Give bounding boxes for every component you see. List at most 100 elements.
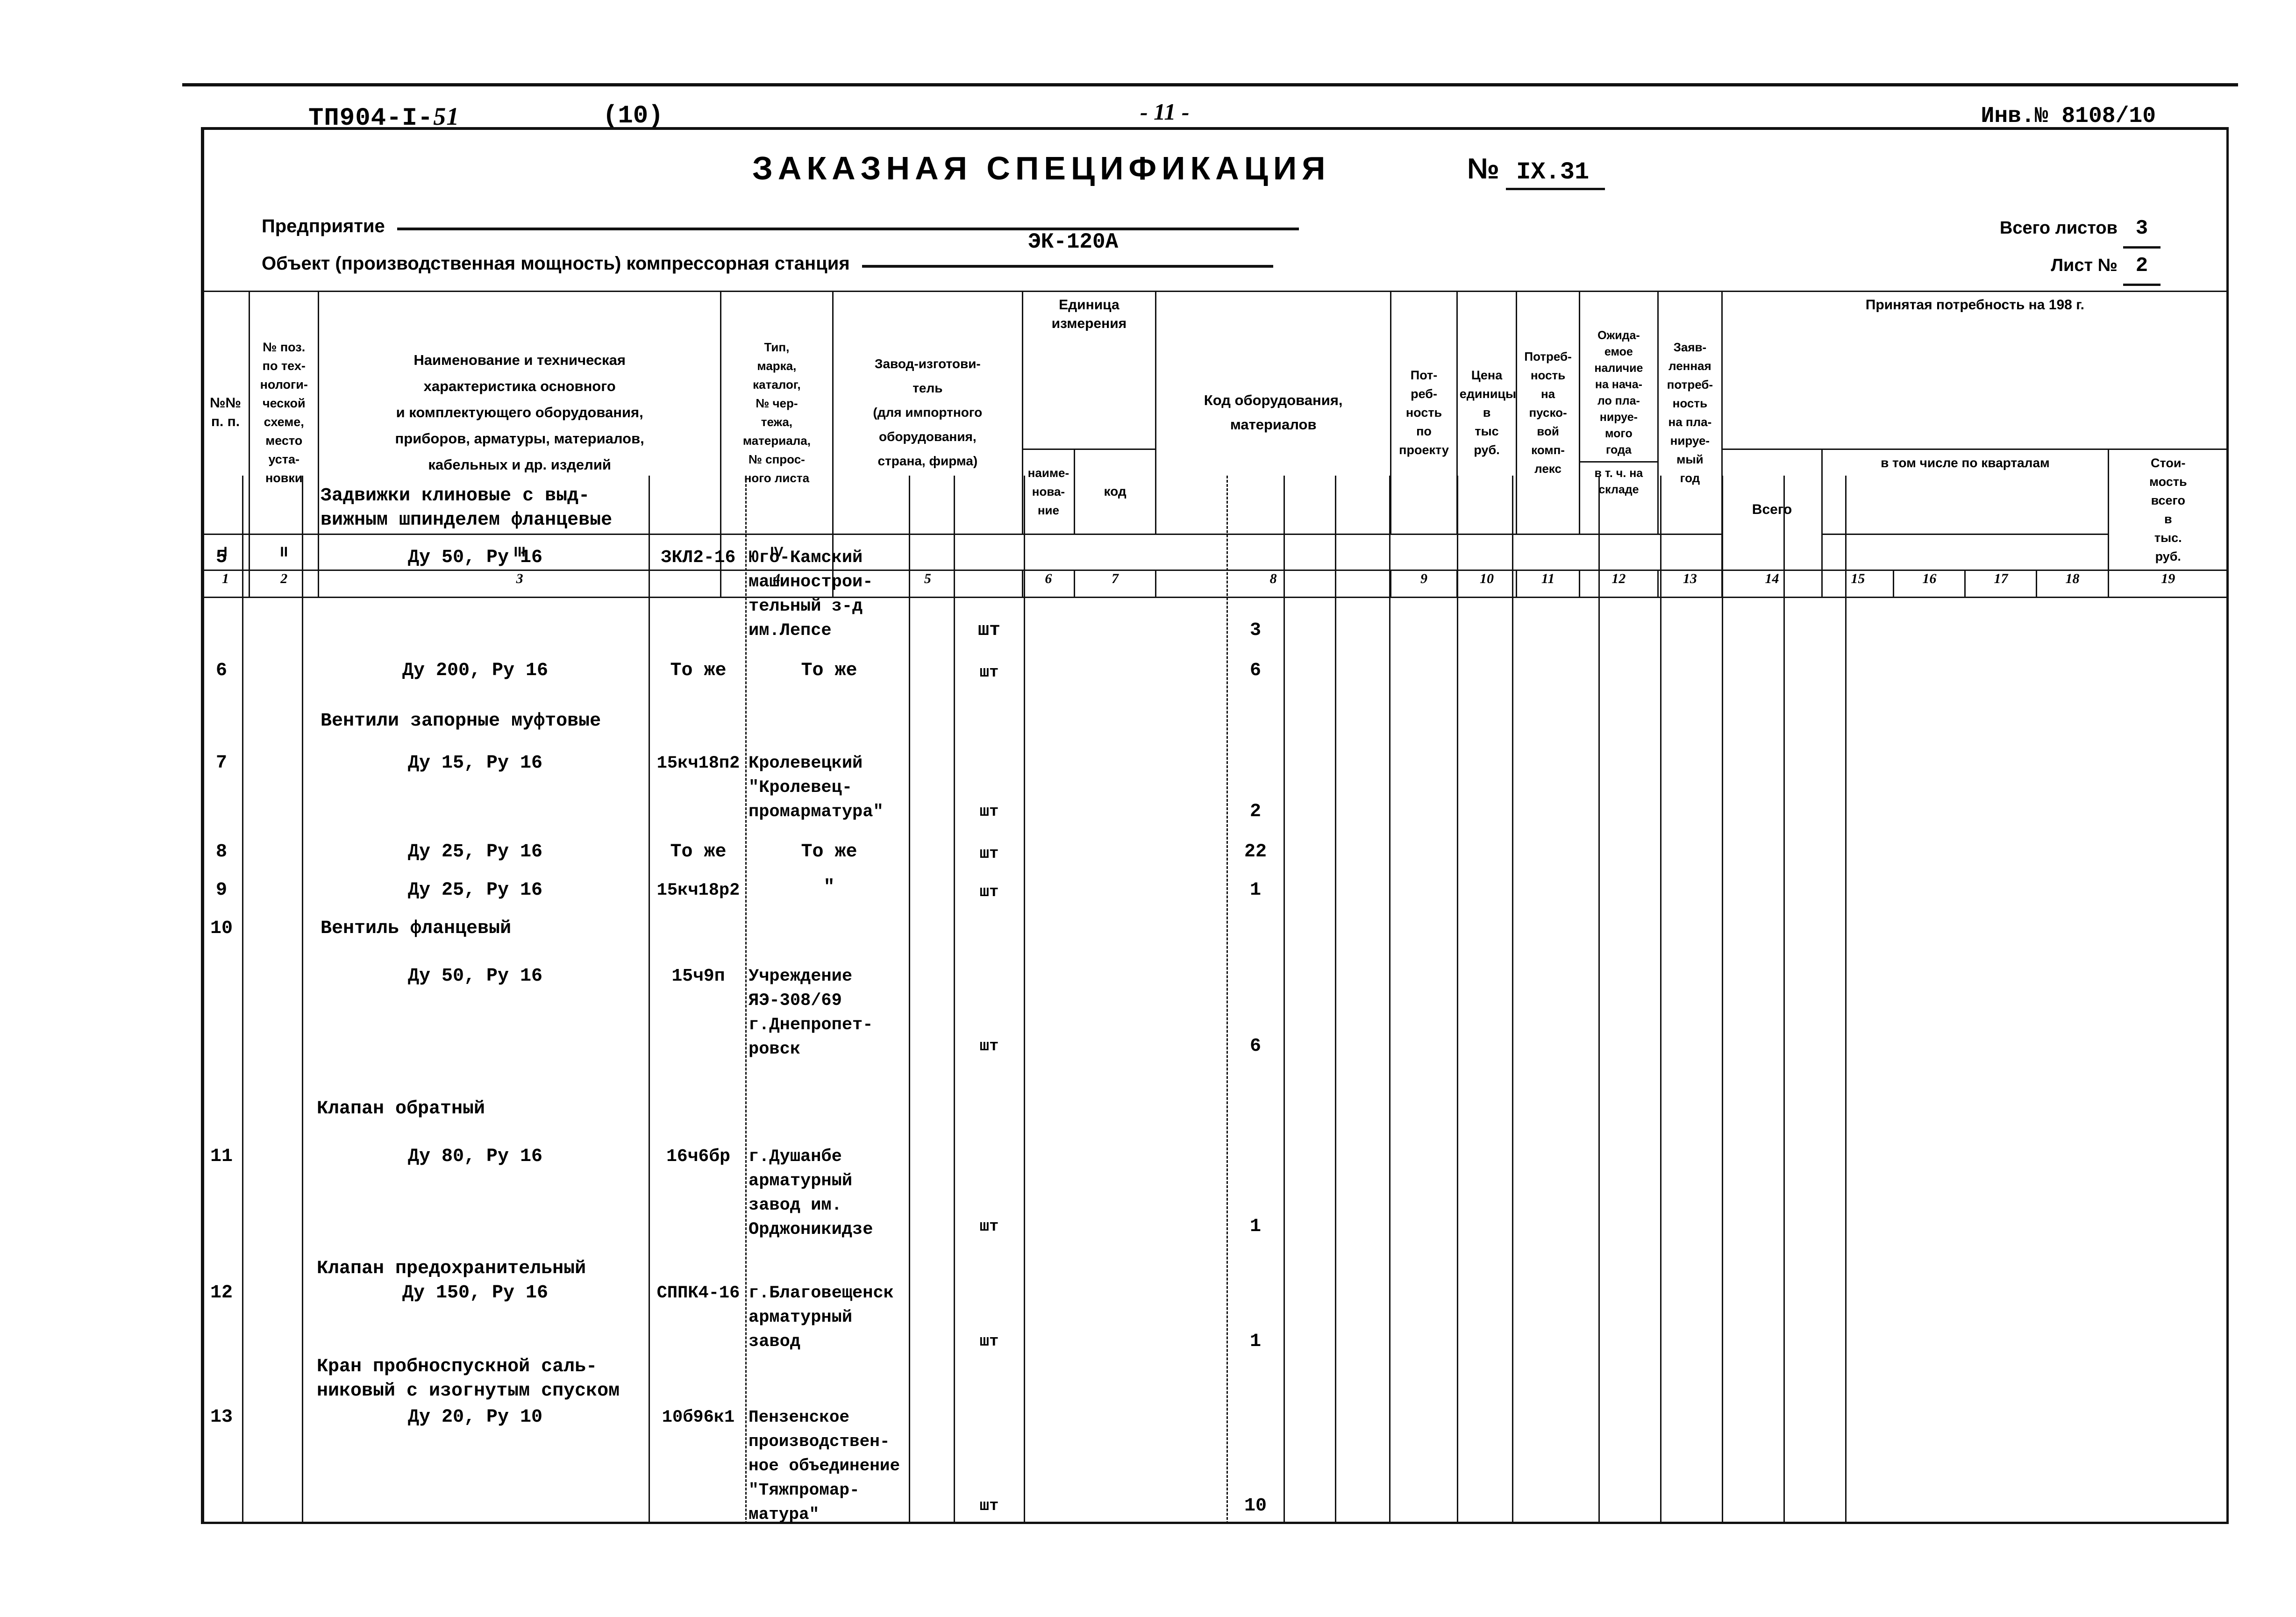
row-no-8: 8	[215, 841, 227, 862]
row-name-13: Ду 20, Ру 10	[407, 1407, 543, 1428]
project-code-handwritten: 51	[433, 102, 460, 130]
object-value: ЭК-120А	[1028, 230, 1119, 254]
paren-number: (10)	[603, 102, 663, 130]
document-page: ТП904-I-51 (10) - 11 - Инв.№ 8108/10 ЗАК…	[0, 0, 2296, 1617]
row-name-5: Ду 50, Ру 16	[407, 547, 543, 568]
total-sheets-label: Всего листов	[1999, 218, 2118, 238]
page-title: ЗАКАЗНАЯ СПЕЦИФИКАЦИЯ	[752, 150, 1331, 186]
row-type-6: То же	[670, 660, 727, 681]
row-unit-13: шт	[979, 1497, 999, 1515]
row-need-9: 1	[1249, 880, 1261, 901]
row-maker-8: То же	[801, 841, 857, 862]
row-no-13: 13	[210, 1407, 233, 1428]
row-type-8: То же	[670, 841, 727, 862]
row-name-11: Ду 80, Ру 16	[407, 1146, 543, 1167]
row-unit-5: шт	[977, 620, 1000, 641]
row-need-12: 1	[1249, 1331, 1261, 1352]
row-name-8: Ду 25, Ру 16	[407, 841, 543, 862]
row-name-10: Ду 50, Ру 16	[407, 966, 543, 987]
rule-c12	[1457, 476, 1458, 1524]
object-rule	[862, 265, 1273, 268]
row-unit-11: шт	[979, 1218, 999, 1236]
rule-c13	[1512, 476, 1513, 1524]
row-need-7: 2	[1249, 801, 1261, 822]
row-type-12: СППК4-16	[656, 1283, 740, 1303]
group-title-ventili: Вентили запорные муфтовые	[321, 711, 601, 732]
row-unit-10: шт	[979, 1038, 999, 1055]
object-label: Объект (производственная мощность) компр…	[262, 253, 850, 274]
row-need-8: 22	[1244, 841, 1267, 862]
row-maker-9: "	[823, 877, 835, 898]
sheet-no: Лист № 2	[2000, 249, 2161, 286]
row-unit-6: шт	[979, 664, 999, 682]
row-maker-7: Кролевецкий "Кролевец- промарматура"	[749, 754, 884, 822]
row-no-11: 11	[210, 1146, 233, 1167]
row-type-5: ЗКЛ2-16	[661, 548, 736, 568]
sheet-label: Лист №	[2051, 256, 2118, 275]
rule-c17	[1783, 476, 1785, 1524]
row-unit-12: шт	[979, 1333, 999, 1351]
row-need-10: 6	[1249, 1036, 1261, 1057]
row-unit-7: шт	[979, 803, 999, 821]
rule-c7	[1024, 476, 1025, 1524]
object-field: Объект (производственная мощность) компр…	[262, 230, 1273, 274]
row-no-12: 12	[210, 1282, 233, 1304]
row-no-10: 10	[210, 918, 233, 939]
enterprise-rule	[397, 228, 1299, 230]
rule-c15	[1660, 476, 1661, 1524]
enterprise-label: Предприятие	[262, 216, 385, 236]
group-title-kran-probnospusknoy: Кран пробноспускной саль- никовый с изог…	[317, 1356, 620, 1402]
rule-c18	[1845, 476, 1847, 1524]
row-name-12: Ду 150, Ру 16	[402, 1282, 549, 1304]
spec-number-label: №	[1467, 153, 1500, 185]
row-no-6: 6	[215, 660, 227, 681]
group-title-klapan-obratny: Клапан обратный	[317, 1098, 485, 1119]
rule-c4	[745, 476, 747, 1524]
spec-number: № IX.31	[1467, 152, 1605, 190]
row-unit-9: шт	[979, 883, 999, 901]
row-unit-8: шт	[979, 845, 999, 863]
rule-c9	[1283, 476, 1285, 1524]
rule-bottom	[201, 1522, 2229, 1524]
rule-c10	[1335, 476, 1336, 1524]
th-expected-stock-top: Ожида- емое наличие на нача- ло пла- нир…	[1580, 325, 1657, 463]
rule-c11	[1389, 476, 1390, 1524]
row-need-13: 10	[1244, 1496, 1267, 1517]
row-type-9: 15кч18р2	[656, 881, 740, 900]
rule-c16	[1722, 476, 1723, 1524]
row-need-5: 3	[1249, 620, 1261, 641]
th-accepted-group: Принятая потребность на 198 г.	[1721, 291, 2229, 450]
inventory-number: Инв.№ 8108/10	[1981, 104, 2156, 129]
row-need-11: 1	[1249, 1216, 1261, 1237]
rule-right-edge	[2226, 476, 2229, 1524]
row-name-9: Ду 25, Ру 16	[407, 880, 543, 901]
row-name-7: Ду 15, Ру 16	[407, 753, 543, 774]
rule-left-edge	[201, 476, 203, 1524]
sheet-value: 2	[2123, 249, 2161, 286]
row-type-13: 10б96к1	[662, 1408, 735, 1427]
rule-c14	[1598, 476, 1600, 1524]
spec-number-value: IX.31	[1506, 158, 1605, 190]
total-sheets-value: 3	[2123, 212, 2161, 249]
row-type-10: 15ч9п	[671, 966, 725, 986]
table-body: Задвижки клиновые с выд- вижным шпинделе…	[201, 476, 2229, 1524]
row-type-11: 16ч6бр	[666, 1147, 730, 1167]
row-name-6: Ду 200, Ру 16	[402, 660, 549, 681]
group-title-zadvizhki: Задвижки клиновые с выд- вижным шпинделе…	[321, 485, 613, 531]
row-maker-13: Пензенское производствен- ное объединени…	[749, 1408, 900, 1524]
rule-c2	[302, 476, 303, 1524]
enterprise-field: Предприятие	[262, 216, 1299, 237]
sheet-info: Всего листов 3 Лист № 2	[2000, 211, 2161, 286]
row-maker-11: г.Душанбе арматурный завод им. Орджоники…	[749, 1147, 873, 1239]
th-unit-group: Единица измерения	[1021, 291, 1157, 450]
row-maker-12: г.Благовещенск арматурный завод	[749, 1283, 894, 1352]
rule-c1	[242, 476, 243, 1524]
row-type-7: 15кч18п2	[656, 754, 740, 773]
page-number: - 11 -	[1140, 99, 1190, 125]
row-no-7: 7	[215, 753, 227, 774]
row-no-9: 9	[215, 880, 227, 901]
row-maker-6: То же	[801, 660, 857, 681]
group-title-klapan-predohranitelny: Клапан предохранительный	[317, 1258, 586, 1279]
row-maker-10: Учреждение ЯЭ-308/69 г.Днепропет- ровск	[749, 967, 873, 1059]
row-no-5: 5	[215, 547, 227, 568]
